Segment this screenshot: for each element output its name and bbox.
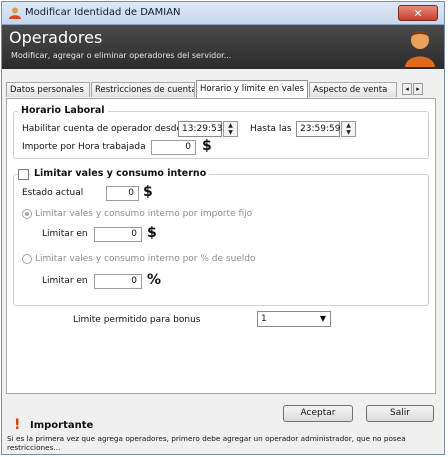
limitar-en-label-1: Limitar en xyxy=(42,229,88,239)
limitar-en-input-2[interactable]: 0 xyxy=(94,274,142,289)
limitar-en-unit-2: % xyxy=(147,272,162,288)
estado-currency: $ xyxy=(143,184,153,200)
porcentaje-sueldo-label: Limitar vales y consumo interno por % de… xyxy=(35,254,256,264)
user-icon xyxy=(9,7,21,19)
limitar-en-label-2: Limitar en xyxy=(42,276,88,286)
desde-label: Habilitar cuenta de operador desde xyxy=(22,124,182,134)
limitar-checkbox[interactable] xyxy=(18,169,29,180)
tab-aspecto-venta[interactable]: Aspecto de venta xyxy=(309,82,397,97)
tab-scroll-left-icon[interactable]: ◂ xyxy=(402,83,412,95)
exclamation-icon: ! xyxy=(14,417,21,433)
accept-button[interactable]: Aceptar xyxy=(283,405,353,422)
hasta-time-value: 23:59:59 xyxy=(300,124,341,134)
hasta-time-input[interactable]: 23:59:59 ▲ ▼ xyxy=(296,121,356,137)
window-title: Modificar Identidad de DAMIAN xyxy=(25,7,181,18)
tab-bar: Datos personales Restricciones de cuenta… xyxy=(6,80,436,98)
avatar-person-icon xyxy=(405,31,435,67)
estado-input[interactable]: 0 xyxy=(106,186,139,201)
importe-input[interactable]: 0 xyxy=(151,140,196,155)
importe-fijo-radio[interactable] xyxy=(22,209,32,219)
chevron-down-icon: ▼ xyxy=(319,314,326,323)
limitar-en-input-1[interactable]: 0 xyxy=(94,227,142,242)
close-button[interactable]: ✕ xyxy=(398,5,438,21)
estado-label: Estado actual xyxy=(22,188,84,198)
limitar-en-unit-1: $ xyxy=(147,225,157,241)
page-subtitle: Modificar, agregar o eliminar operadores… xyxy=(11,51,232,60)
desde-time-input[interactable]: 13:29:53 ▲ ▼ xyxy=(178,121,238,137)
desde-time-value: 13:29:53 xyxy=(182,124,223,134)
horario-legend: Horario Laboral xyxy=(18,105,108,116)
bonus-label: Limite permitido para bonus xyxy=(73,315,201,325)
desde-spinner-icon[interactable]: ▲ ▼ xyxy=(223,121,238,137)
header-banner: Operadores Modificar, agregar o eliminar… xyxy=(2,25,444,69)
tab-restricciones[interactable]: Restricciones de cuenta xyxy=(91,82,195,97)
porcentaje-sueldo-radio[interactable] xyxy=(22,254,32,264)
title-bar[interactable]: Modificar Identidad de DAMIAN ✕ xyxy=(2,2,444,25)
page-title: Operadores xyxy=(9,28,103,47)
limitar-group: Limitar vales y consumo interno Estado a… xyxy=(13,168,429,306)
tab-horario-limite[interactable]: Horario y limite en vales xyxy=(196,80,308,98)
importe-currency: $ xyxy=(202,138,212,154)
tab-panel: Horario Laboral Habilitar cuenta de oper… xyxy=(6,98,436,394)
footer-text: Si es la primera vez que agrega operador… xyxy=(7,434,406,452)
hasta-label: Hasta las xyxy=(250,124,292,134)
tab-datos-personales[interactable]: Datos personales xyxy=(6,82,90,97)
tab-scroll-right-icon[interactable]: ▸ xyxy=(413,83,423,95)
footer-title: Importante xyxy=(30,420,94,431)
bonus-select-value: 1 xyxy=(261,314,267,324)
hasta-spinner-icon[interactable]: ▲ ▼ xyxy=(341,121,356,137)
bonus-select[interactable]: 1 ▼ xyxy=(257,311,331,327)
importe-label: Importe por Hora trabajada xyxy=(22,142,146,152)
horario-group: Horario Laboral Habilitar cuenta de oper… xyxy=(13,105,429,159)
limitar-legend: Limitar vales y consumo interno xyxy=(31,168,210,179)
exit-button[interactable]: Salir xyxy=(366,405,434,422)
importe-fijo-label: Limitar vales y consumo interno por impo… xyxy=(35,209,253,219)
dialog-window: Modificar Identidad de DAMIAN ✕ Operador… xyxy=(1,1,445,455)
